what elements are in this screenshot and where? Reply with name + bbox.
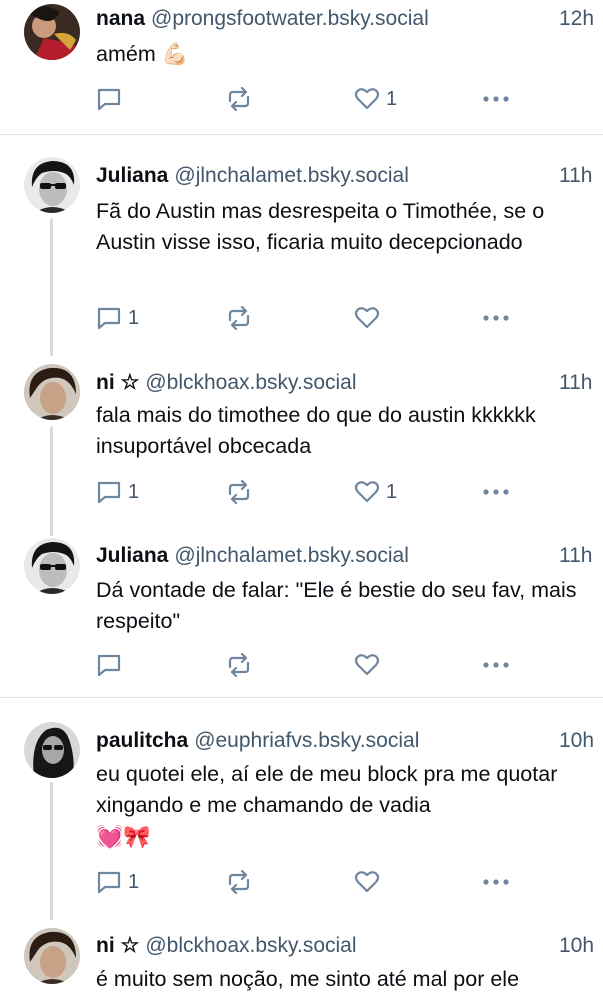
post-header: Juliana @jlnchalamet.bsky.social 11h: [96, 542, 603, 570]
author-name[interactable]: Juliana: [96, 164, 168, 187]
heart-icon: [354, 307, 380, 329]
post-header: nana @prongsfootwater.bsky.social 12h: [96, 5, 603, 33]
post-juliana[interactable]: Juliana @jlnchalamet.bsky.social 11h Fã d…: [0, 135, 603, 355]
avatar[interactable]: [24, 4, 80, 60]
reply-count: 1: [128, 480, 140, 503]
post-ni[interactable]: ni ☆ @blckhoax.bsky.social 11h fala mais …: [0, 355, 603, 535]
author-handle[interactable]: @jlnchalamet.bsky.social: [174, 164, 409, 187]
timestamp[interactable]: 10h: [559, 727, 603, 755]
repost-icon: [228, 306, 250, 330]
post-actions: 1: [96, 86, 516, 112]
post-actions: 1: [96, 305, 516, 331]
repost-button[interactable]: [226, 86, 252, 112]
avatar[interactable]: [24, 157, 80, 213]
avatar-image: [24, 157, 80, 213]
reply-button[interactable]: 1: [96, 479, 139, 505]
more-icon: [483, 96, 509, 102]
avatar[interactable]: [24, 538, 80, 594]
avatar-image: [24, 722, 80, 778]
reply-icon: [97, 481, 121, 504]
more-options-button[interactable]: [482, 86, 510, 112]
reply-icon: [97, 307, 121, 330]
avatar[interactable]: [24, 722, 80, 778]
post-text: amém 💪🏻: [96, 42, 189, 66]
author-handle[interactable]: @prongsfootwater.bsky.social: [151, 7, 429, 30]
post-nana[interactable]: nana @prongsfootwater.bsky.social 12h amé…: [0, 0, 603, 135]
reply-icon: [97, 88, 121, 111]
post-text: Dá vontade de falar: "Ele é bestie do se…: [96, 578, 583, 633]
repost-icon: [228, 480, 250, 504]
author-name[interactable]: nana: [96, 7, 145, 30]
timestamp[interactable]: 12h: [559, 5, 603, 33]
post-actions: 1: [96, 869, 516, 895]
more-options-button[interactable]: [482, 652, 510, 678]
reply-count: 1: [128, 306, 140, 329]
timestamp[interactable]: 11h: [559, 162, 603, 190]
author-handle[interactable]: @blckhoax.bsky.social: [145, 371, 356, 394]
repost-button[interactable]: [226, 652, 252, 678]
avatar[interactable]: [24, 928, 80, 984]
heart-icon: [354, 88, 380, 110]
like-button[interactable]: 1: [354, 479, 397, 505]
post-header: paulitcha @euphriafvs.bsky.social 10h: [96, 727, 603, 755]
author-handle[interactable]: @jlnchalamet.bsky.social: [174, 544, 409, 567]
reply-icon: [97, 654, 121, 677]
author-handle[interactable]: @euphriafvs.bsky.social: [194, 729, 419, 752]
repost-icon: [228, 87, 250, 111]
author-name[interactable]: ni ☆: [96, 371, 139, 394]
author-name[interactable]: Juliana: [96, 544, 168, 567]
reply-button[interactable]: [96, 652, 128, 678]
avatar[interactable]: [24, 364, 80, 420]
more-options-button[interactable]: [482, 305, 510, 331]
more-options-button[interactable]: [482, 869, 510, 895]
timestamp[interactable]: 10h: [559, 932, 603, 960]
reply-button[interactable]: 1: [96, 305, 139, 331]
like-button[interactable]: [354, 652, 386, 678]
heart-icon: [354, 654, 380, 676]
post-header: ni ☆ @blckhoax.bsky.social 11h: [96, 369, 603, 397]
post-juliana-2[interactable]: Juliana @jlnchalamet.bsky.social 11h Dá v…: [0, 535, 603, 697]
like-count: 1: [386, 480, 398, 503]
post-text: é muito sem noção, me sinto até mal por …: [96, 967, 520, 991]
more-icon: [483, 662, 509, 668]
repost-button[interactable]: [226, 305, 252, 331]
like-button[interactable]: 1: [354, 86, 397, 112]
avatar-image: [24, 4, 80, 60]
like-count: 1: [386, 87, 398, 110]
post-text: Fã do Austin mas desrespeita o Timothée,…: [96, 199, 549, 254]
more-icon: [483, 315, 509, 321]
avatar-image: [24, 538, 80, 594]
timestamp[interactable]: 11h: [559, 542, 603, 570]
repost-icon: [228, 870, 250, 894]
like-button[interactable]: [354, 869, 386, 895]
post-actions: 1 1: [96, 479, 516, 505]
like-button[interactable]: [354, 305, 386, 331]
timestamp[interactable]: 11h: [559, 369, 603, 397]
reply-icon: [97, 871, 121, 894]
post-text: eu quotei ele, aí ele de meu block pra m…: [96, 762, 564, 817]
avatar-image: [24, 928, 80, 984]
author-name[interactable]: paulitcha: [96, 729, 188, 752]
repost-button[interactable]: [226, 479, 252, 505]
reply-button[interactable]: 1: [96, 869, 139, 895]
post-paulitcha[interactable]: paulitcha @euphriafvs.bsky.social 10h eu …: [0, 698, 603, 920]
post-ni-2[interactable]: ni ☆ @blckhoax.bsky.social 10h é muito se…: [0, 920, 603, 1000]
heart-icon: [354, 871, 380, 893]
post-emoji: 💓🎀: [96, 824, 151, 849]
reply-count: 1: [128, 870, 140, 893]
more-icon: [483, 879, 509, 885]
repost-button[interactable]: [226, 869, 252, 895]
post-text: fala mais do timothee do que do austin k…: [96, 403, 542, 458]
reply-button[interactable]: [96, 86, 128, 112]
author-handle[interactable]: @blckhoax.bsky.social: [145, 934, 356, 957]
post-header: Juliana @jlnchalamet.bsky.social 11h: [96, 162, 603, 190]
more-options-button[interactable]: [482, 479, 510, 505]
post-header: ni ☆ @blckhoax.bsky.social 10h: [96, 932, 603, 960]
post-actions: [96, 652, 516, 678]
repost-icon: [228, 653, 250, 677]
more-icon: [483, 489, 509, 495]
heart-icon: [354, 481, 380, 503]
avatar-image: [24, 364, 80, 420]
author-name[interactable]: ni ☆: [96, 934, 139, 957]
